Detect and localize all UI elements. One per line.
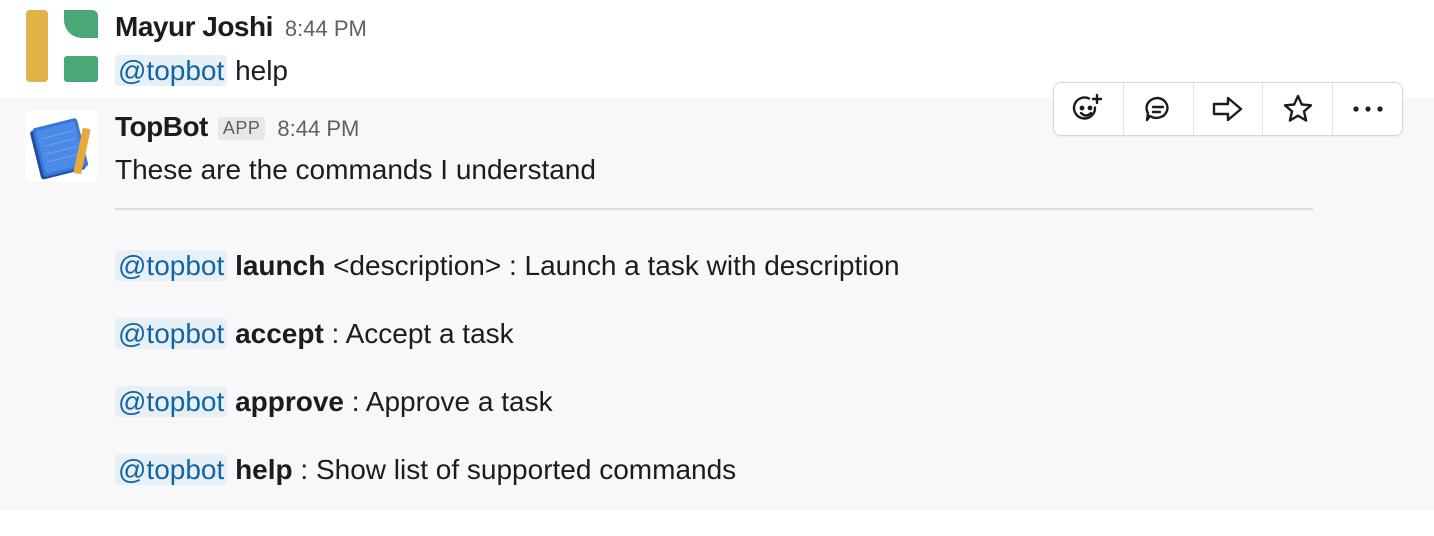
star-icon — [1283, 94, 1312, 122]
save-star-button[interactable] — [1263, 83, 1334, 135]
command-line: @topbot launch <description> : Launch a … — [115, 248, 900, 284]
mention-link[interactable]: @topbot — [115, 250, 228, 281]
command-desc: : Accept a task — [323, 318, 514, 349]
command-line: @topbot help : Show list of supported co… — [115, 452, 736, 488]
mention-link[interactable]: @topbot — [115, 318, 228, 349]
share-message-icon — [1212, 96, 1243, 122]
command-name: launch — [235, 250, 326, 281]
command-name: accept — [235, 318, 324, 349]
app-badge: APP — [217, 117, 266, 140]
divider — [115, 208, 1313, 210]
user-avatar[interactable] — [26, 10, 98, 82]
command-desc: : Approve a task — [344, 386, 553, 417]
add-reaction-button[interactable] — [1054, 83, 1124, 135]
message-intro: These are the commands I understand — [115, 154, 596, 185]
bot-avatar[interactable] — [26, 110, 98, 182]
command-line: @topbot approve : Approve a task — [115, 384, 553, 420]
more-actions-icon — [1352, 106, 1383, 112]
author-name[interactable]: TopBot — [115, 110, 208, 144]
reply-thread-icon — [1145, 96, 1169, 122]
message-topbot[interactable]: TopBot APP 8:44 PM These are the command… — [0, 98, 1434, 510]
message-body: @topbot help — [115, 53, 288, 89]
mention-link[interactable]: @topbot — [115, 454, 228, 485]
more-actions-button[interactable] — [1333, 83, 1402, 135]
mention-link[interactable]: @topbot — [115, 55, 228, 86]
command-name: approve — [235, 386, 344, 417]
mention-link[interactable]: @topbot — [115, 386, 228, 417]
command-line: @topbot accept : Accept a task — [115, 316, 514, 352]
share-message-button[interactable] — [1194, 83, 1264, 135]
message-text: help — [235, 55, 288, 86]
reply-thread-button[interactable] — [1124, 83, 1194, 135]
command-name: help — [235, 454, 293, 485]
command-desc: <description> : Launch a task with descr… — [325, 250, 900, 281]
message-header: TopBot APP 8:44 PM — [115, 110, 359, 144]
timestamp[interactable]: 8:44 PM — [285, 16, 367, 42]
author-name[interactable]: Mayur Joshi — [115, 10, 273, 44]
add-reaction-icon — [1073, 93, 1103, 120]
message-actions-toolbar — [1053, 82, 1403, 136]
timestamp[interactable]: 8:44 PM — [277, 116, 359, 142]
command-desc: : Show list of supported commands — [292, 454, 737, 485]
message-header: Mayur Joshi 8:44 PM — [115, 10, 367, 44]
